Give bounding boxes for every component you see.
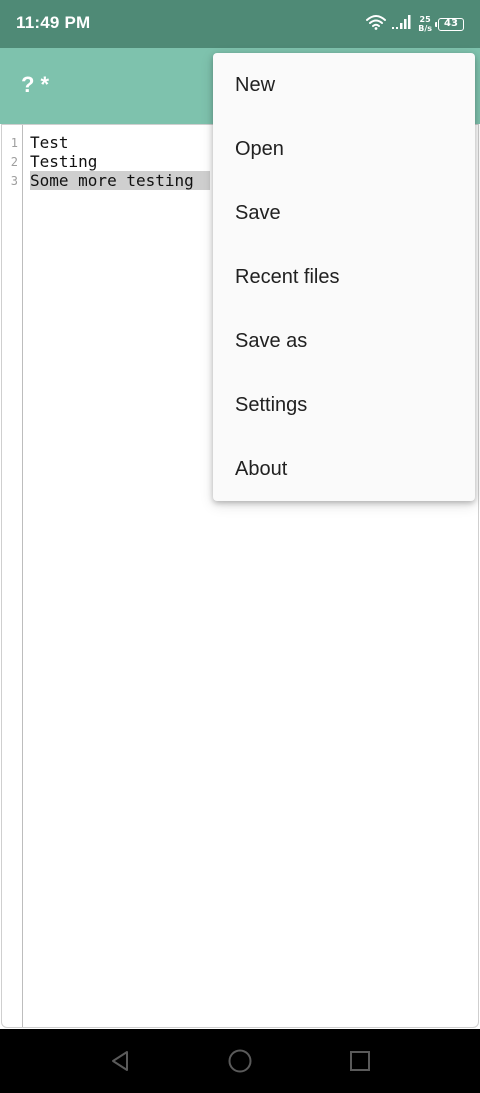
line-number: 1 bbox=[10, 135, 18, 150]
status-bar: 11:49 PM 25 B/s 43 bbox=[0, 0, 480, 48]
line-number: 3 bbox=[10, 173, 18, 188]
menu-item-settings[interactable]: Settings bbox=[213, 373, 475, 437]
wifi-icon bbox=[366, 14, 387, 35]
overflow-menu: New Open Save Recent files Save as Setti… bbox=[213, 53, 475, 501]
line-text[interactable]: Testing bbox=[30, 152, 97, 171]
menu-item-save[interactable]: Save bbox=[213, 181, 475, 245]
menu-item-open[interactable]: Open bbox=[213, 117, 475, 181]
editor-line: 2 bbox=[2, 152, 18, 171]
line-text[interactable]: Test bbox=[30, 133, 69, 152]
status-icons: 25 B/s 43 bbox=[366, 12, 464, 36]
editor-line: 3 bbox=[2, 171, 18, 190]
recents-icon[interactable] bbox=[346, 1047, 374, 1075]
menu-item-about[interactable]: About bbox=[213, 437, 475, 501]
net-speed-indicator: 25 B/s bbox=[418, 15, 432, 33]
menu-item-recent-files[interactable]: Recent files bbox=[213, 245, 475, 309]
document-title: ? * bbox=[21, 72, 50, 97]
screen: 11:49 PM 25 B/s 43 ? * 1 Test 2 Testing … bbox=[0, 0, 480, 1093]
net-speed-unit: B/s bbox=[418, 24, 432, 33]
selected-line-text[interactable]: Some more testing bbox=[30, 171, 210, 190]
navigation-bar bbox=[0, 1029, 480, 1093]
line-number-gutter bbox=[2, 125, 23, 1027]
home-icon[interactable] bbox=[226, 1047, 254, 1075]
battery-icon: 43 bbox=[435, 17, 464, 31]
line-number: 2 bbox=[10, 154, 18, 169]
back-icon[interactable] bbox=[106, 1047, 134, 1075]
net-speed-value: 25 bbox=[419, 15, 431, 24]
editor-line: 1 bbox=[2, 133, 18, 152]
status-time: 11:49 PM bbox=[16, 13, 91, 32]
battery-level: 43 bbox=[444, 18, 458, 29]
menu-item-save-as[interactable]: Save as bbox=[213, 309, 475, 373]
signal-icon bbox=[392, 14, 412, 35]
menu-item-new[interactable]: New bbox=[213, 53, 475, 117]
